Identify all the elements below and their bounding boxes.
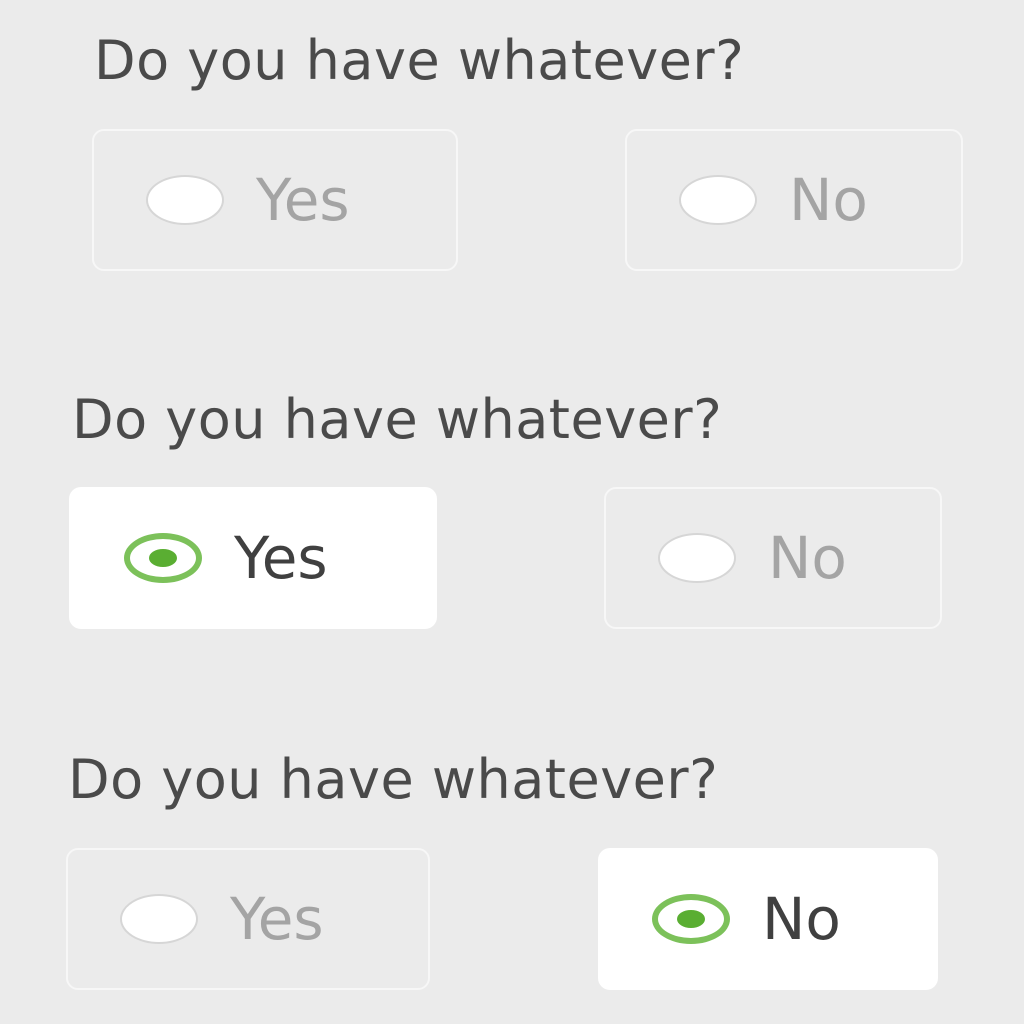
radio-question-showcase: Do you have whatever? Yes No Do you have… <box>0 0 1024 1024</box>
radio-unchecked-icon[interactable] <box>120 894 198 944</box>
option-label: Yes <box>256 166 350 234</box>
question-label: Do you have whatever? <box>72 388 723 451</box>
option-no[interactable]: No <box>598 848 938 990</box>
option-label: Yes <box>234 524 328 592</box>
radio-checked-icon[interactable] <box>652 894 730 944</box>
option-label: No <box>789 166 868 234</box>
option-yes[interactable]: Yes <box>92 129 458 271</box>
option-yes[interactable]: Yes <box>66 848 430 990</box>
question-label: Do you have whatever? <box>68 748 719 811</box>
option-no[interactable]: No <box>625 129 963 271</box>
radio-unchecked-icon[interactable] <box>658 533 736 583</box>
option-label: No <box>762 885 841 953</box>
option-label: Yes <box>230 885 324 953</box>
option-label: No <box>768 524 847 592</box>
radio-unchecked-icon[interactable] <box>146 175 224 225</box>
question-label: Do you have whatever? <box>94 29 745 92</box>
option-yes[interactable]: Yes <box>69 487 437 629</box>
radio-unchecked-icon[interactable] <box>679 175 757 225</box>
radio-checked-icon[interactable] <box>124 533 202 583</box>
option-no[interactable]: No <box>604 487 942 629</box>
